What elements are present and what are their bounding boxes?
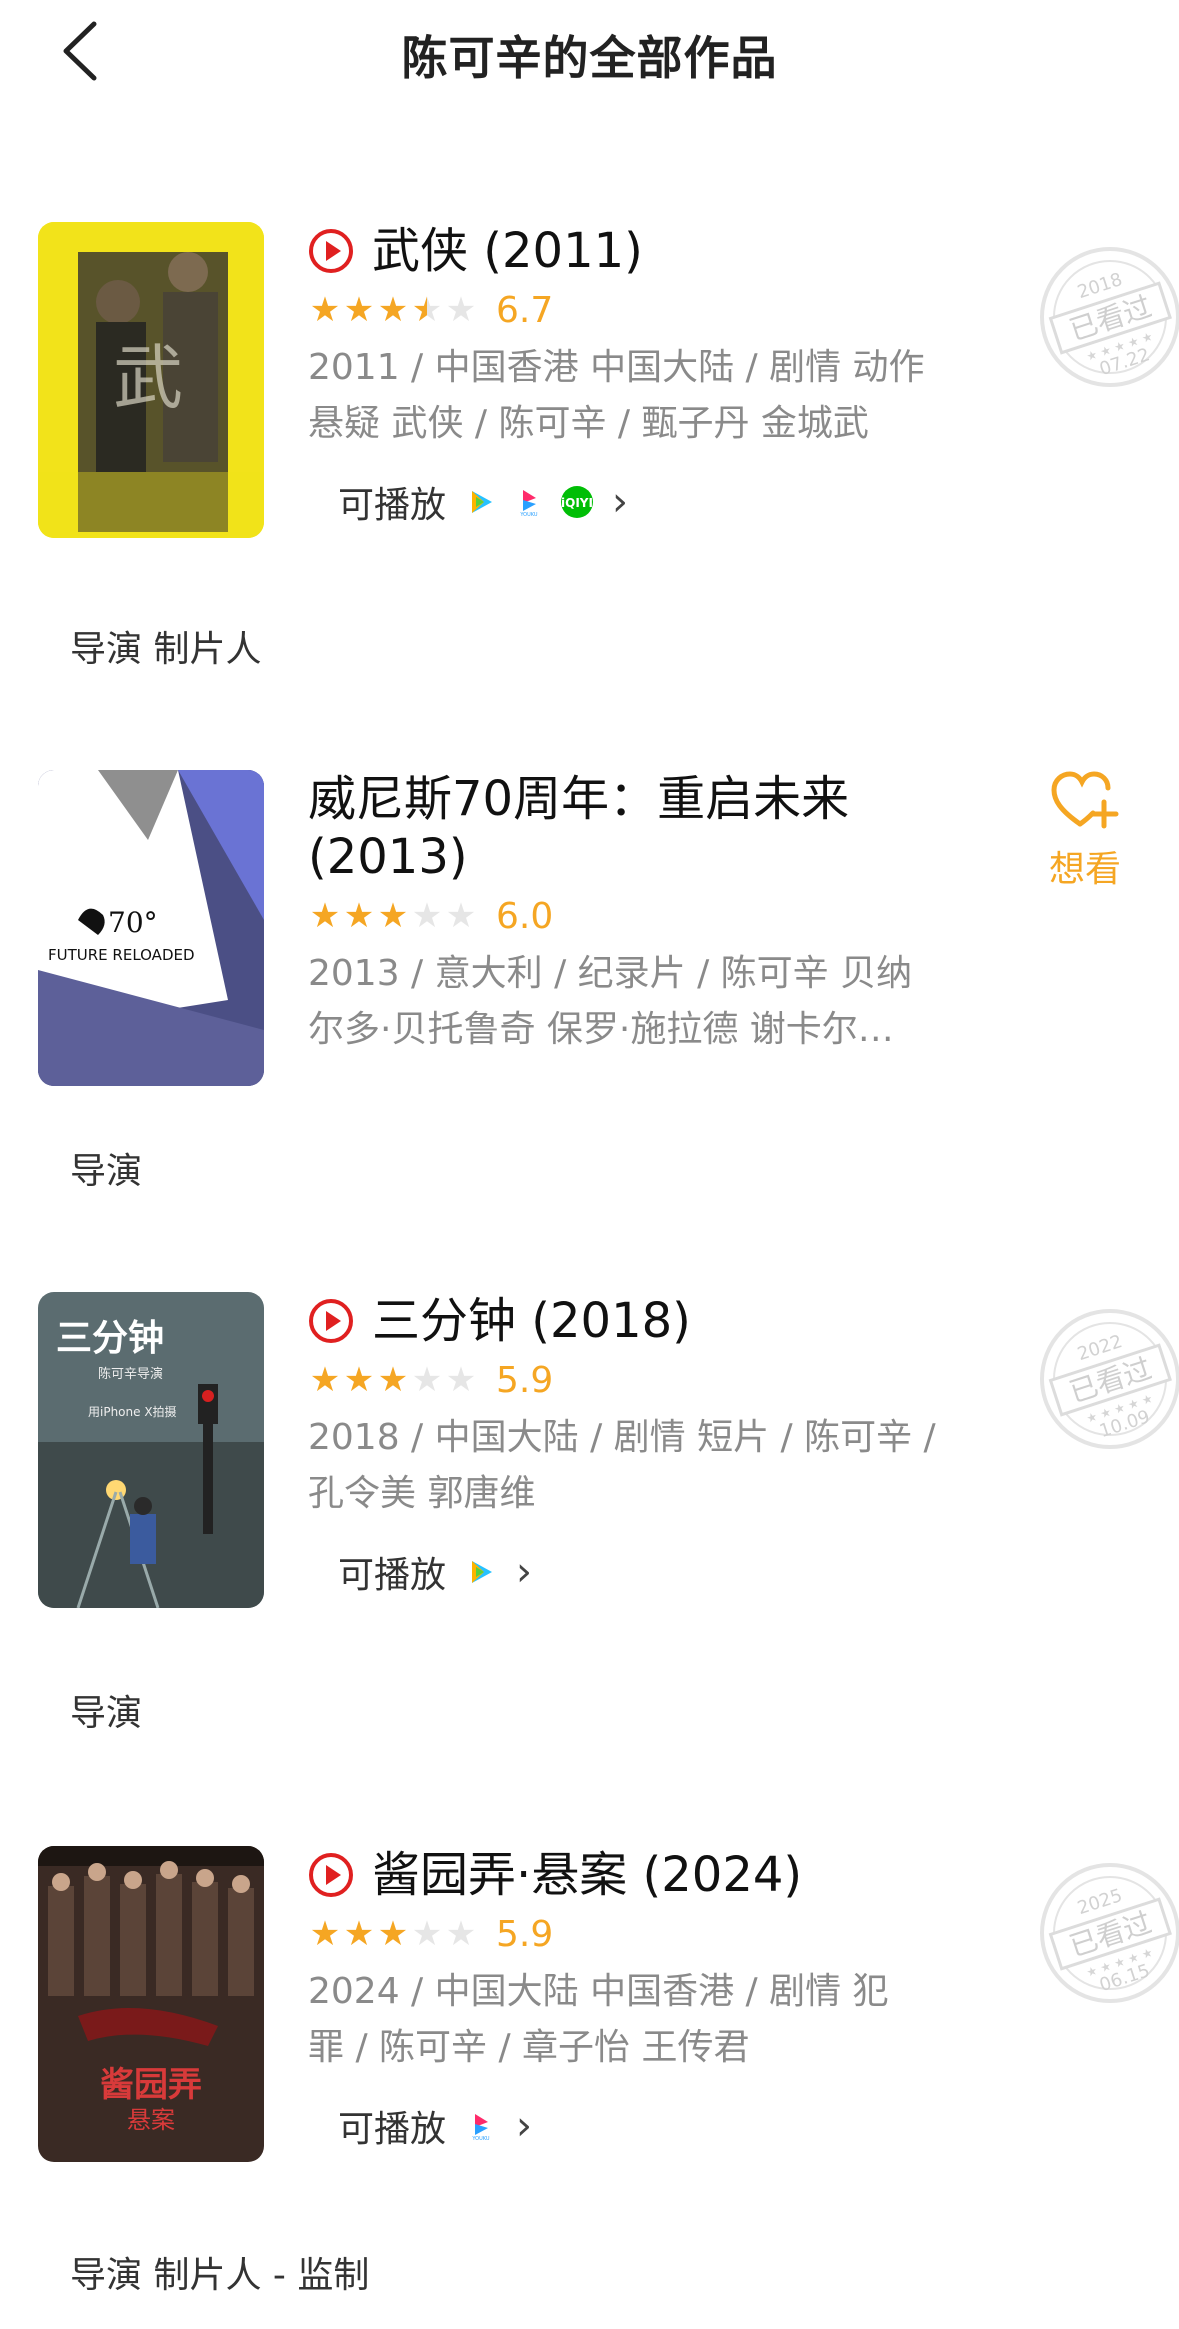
chevron-right-icon: › — [612, 479, 629, 525]
half-star-icon: ★ — [411, 290, 443, 330]
film-meta: 2011 / 中国香港 中国大陆 / 剧情 动作 悬疑 武侠 / 陈可辛 / 甄… — [308, 340, 968, 452]
star-icon: ★ — [309, 290, 341, 330]
playable-row[interactable]: 可播放 › — [338, 1544, 968, 1600]
poster-sub: 悬案 — [127, 2106, 175, 2134]
svg-text:YOUKU: YOUKU — [519, 512, 538, 517]
poster-jiangyuannong[interactable]: 酱园弄 悬案 — [38, 1846, 264, 2162]
star-icon: ★ — [377, 896, 409, 936]
star-icon: ★ — [343, 290, 375, 330]
star-icon: ★ — [377, 290, 409, 330]
star-empty-icon: ★ — [445, 290, 477, 330]
film-title[interactable]: 威尼斯70周年：重启未来 (2013) — [308, 770, 968, 886]
play-icon — [309, 1853, 353, 1897]
poster-wuxia[interactable]: 武 — [38, 222, 264, 538]
header: 陈可辛的全部作品 — [0, 0, 1179, 120]
meta-line: 2024 / 中国大陆 中国香港 / 剧情 犯 — [308, 1971, 889, 2012]
tencent-video-icon — [464, 1555, 498, 1589]
star-icon: ★ — [377, 1360, 409, 1400]
play-icon — [309, 1299, 353, 1343]
poster-text: FUTURE RELOADED — [48, 946, 195, 964]
film-title-text: 武侠 (2011) — [372, 223, 643, 279]
playable-row[interactable]: 可播放 YOUKU › — [338, 2098, 968, 2154]
film-title[interactable]: 三分钟 (2018) — [308, 1292, 968, 1350]
poster-sub: 陈可辛导演 — [98, 1366, 163, 1382]
page-title: 陈可辛的全部作品 — [401, 31, 778, 85]
star-icon: ★ — [343, 896, 375, 936]
poster-mark: 70° — [108, 906, 158, 939]
star-icon: ★ — [343, 1914, 375, 1954]
playable-row[interactable]: 可播放 YOUKU iQIYI › — [338, 474, 968, 530]
star-empty-icon: ★ — [411, 1360, 443, 1400]
score: 5.9 — [496, 1359, 554, 1401]
poster-title: 酱园弄 — [100, 2065, 202, 2105]
tencent-video-icon — [464, 485, 498, 519]
rating: ★ ★ ★ ★ ★ 5.9 — [308, 1356, 968, 1404]
film-title[interactable]: 武侠 (2011) — [308, 222, 968, 280]
star-rating: ★ ★ ★ ★ ★ — [308, 1360, 478, 1400]
playable-label: 可播放 — [338, 2109, 447, 2150]
star-icon: ★ — [309, 1914, 341, 1954]
youku-icon: YOUKU — [512, 485, 546, 519]
star-empty-icon: ★ — [411, 896, 443, 936]
meta-line: 2011 / 中国香港 中国大陆 / 剧情 动作 — [308, 347, 925, 388]
watched-stamp: 2025 已看过 ★ ★ ★ ★ ★ 06.15 — [1040, 1863, 1179, 2003]
star-empty-icon: ★ — [445, 1914, 477, 1954]
play-icon — [309, 229, 353, 273]
meta-line: 悬疑 武侠 / 陈可辛 / 甄子丹 金城武 — [308, 403, 869, 444]
youku-icon: YOUKU — [464, 2109, 498, 2143]
playable-label: 可播放 — [338, 485, 447, 526]
svg-text:iQIYI: iQIYI — [561, 496, 593, 510]
star-icon: ★ — [309, 896, 341, 936]
iqiyi-icon: iQIYI — [560, 485, 594, 519]
meta-line: 孔令美 郭唐维 — [308, 1473, 536, 1514]
watched-stamp: 2022 已看过 ★ ★ ★ ★ ★ 10.09 — [1040, 1309, 1179, 1449]
heart-plus-icon — [1051, 771, 1119, 829]
poster-sub: 用iPhone X拍摄 — [88, 1404, 177, 1419]
playable-label: 可播放 — [338, 1555, 447, 1596]
score: 6.7 — [496, 289, 554, 331]
rating: ★ ★ ★ ★ ★ 5.9 — [308, 1910, 968, 1958]
film-meta: 2018 / 中国大陆 / 剧情 短片 / 陈可辛 / 孔令美 郭唐维 — [308, 1410, 968, 1522]
star-empty-icon: ★ — [411, 1914, 443, 1954]
star-rating: ★ ★ ★ ★ ★ — [308, 896, 478, 936]
rating: ★ ★ ★ ★ ★ 6.7 — [308, 286, 968, 334]
film-title[interactable]: 酱园弄·悬案 (2024) — [308, 1846, 968, 1904]
star-empty-icon: ★ — [445, 896, 477, 936]
star-icon: ★ — [309, 1360, 341, 1400]
film-title-text: 威尼斯70周年：重启未来 — [308, 771, 850, 827]
roles: 导演 制片人 - 监制 — [70, 2255, 370, 2296]
chevron-right-icon: › — [516, 2103, 533, 2149]
film-title-year: (2013) — [308, 829, 468, 885]
watched-stamp: 2018 已看过 ★ ★ ★ ★ ★ 07.22 — [1040, 247, 1179, 387]
star-icon: ★ — [343, 1360, 375, 1400]
star-empty-icon: ★ — [445, 1360, 477, 1400]
want-label: 想看 — [1048, 849, 1121, 890]
score: 6.0 — [496, 895, 554, 937]
meta-line: 2018 / 中国大陆 / 剧情 短片 / 陈可辛 / — [308, 1417, 936, 1458]
star-rating: ★ ★ ★ ★ ★ — [308, 1914, 478, 1954]
roles: 导演 制片人 — [70, 629, 262, 670]
meta-line: 尔多·贝托鲁奇 保罗·施拉德 谢卡尔… — [308, 1009, 894, 1050]
rating: ★ ★ ★ ★ ★ 6.0 — [308, 892, 968, 940]
star-icon: ★ — [377, 1914, 409, 1954]
want-to-watch-button[interactable]: 想看 — [1040, 770, 1130, 892]
film-title-text: 酱园弄·悬案 (2024) — [372, 1847, 803, 1903]
roles: 导演 — [70, 1151, 143, 1192]
poster-title: 三分钟 — [56, 1318, 164, 1359]
meta-line: 2013 / 意大利 / 纪录片 / 陈可辛 贝纳 — [308, 953, 913, 994]
score: 5.9 — [496, 1913, 554, 1955]
chevron-right-icon: › — [516, 1549, 533, 1595]
svg-text:YOUKU: YOUKU — [471, 2136, 490, 2141]
poster-venice[interactable]: 70° FUTURE RELOADED — [38, 770, 264, 1086]
film-meta: 2013 / 意大利 / 纪录片 / 陈可辛 贝纳 尔多·贝托鲁奇 保罗·施拉德… — [308, 946, 968, 1058]
svg-text:武: 武 — [113, 337, 183, 419]
poster-three-minutes[interactable]: 三分钟 陈可辛导演 用iPhone X拍摄 — [38, 1292, 264, 1608]
film-title-text: 三分钟 (2018) — [372, 1293, 691, 1349]
star-rating: ★ ★ ★ ★ ★ — [308, 290, 478, 330]
roles: 导演 — [70, 1693, 143, 1734]
meta-line: 罪 / 陈可辛 / 章子怡 王传君 — [308, 2027, 750, 2068]
film-meta: 2024 / 中国大陆 中国香港 / 剧情 犯 罪 / 陈可辛 / 章子怡 王传… — [308, 1964, 968, 2076]
